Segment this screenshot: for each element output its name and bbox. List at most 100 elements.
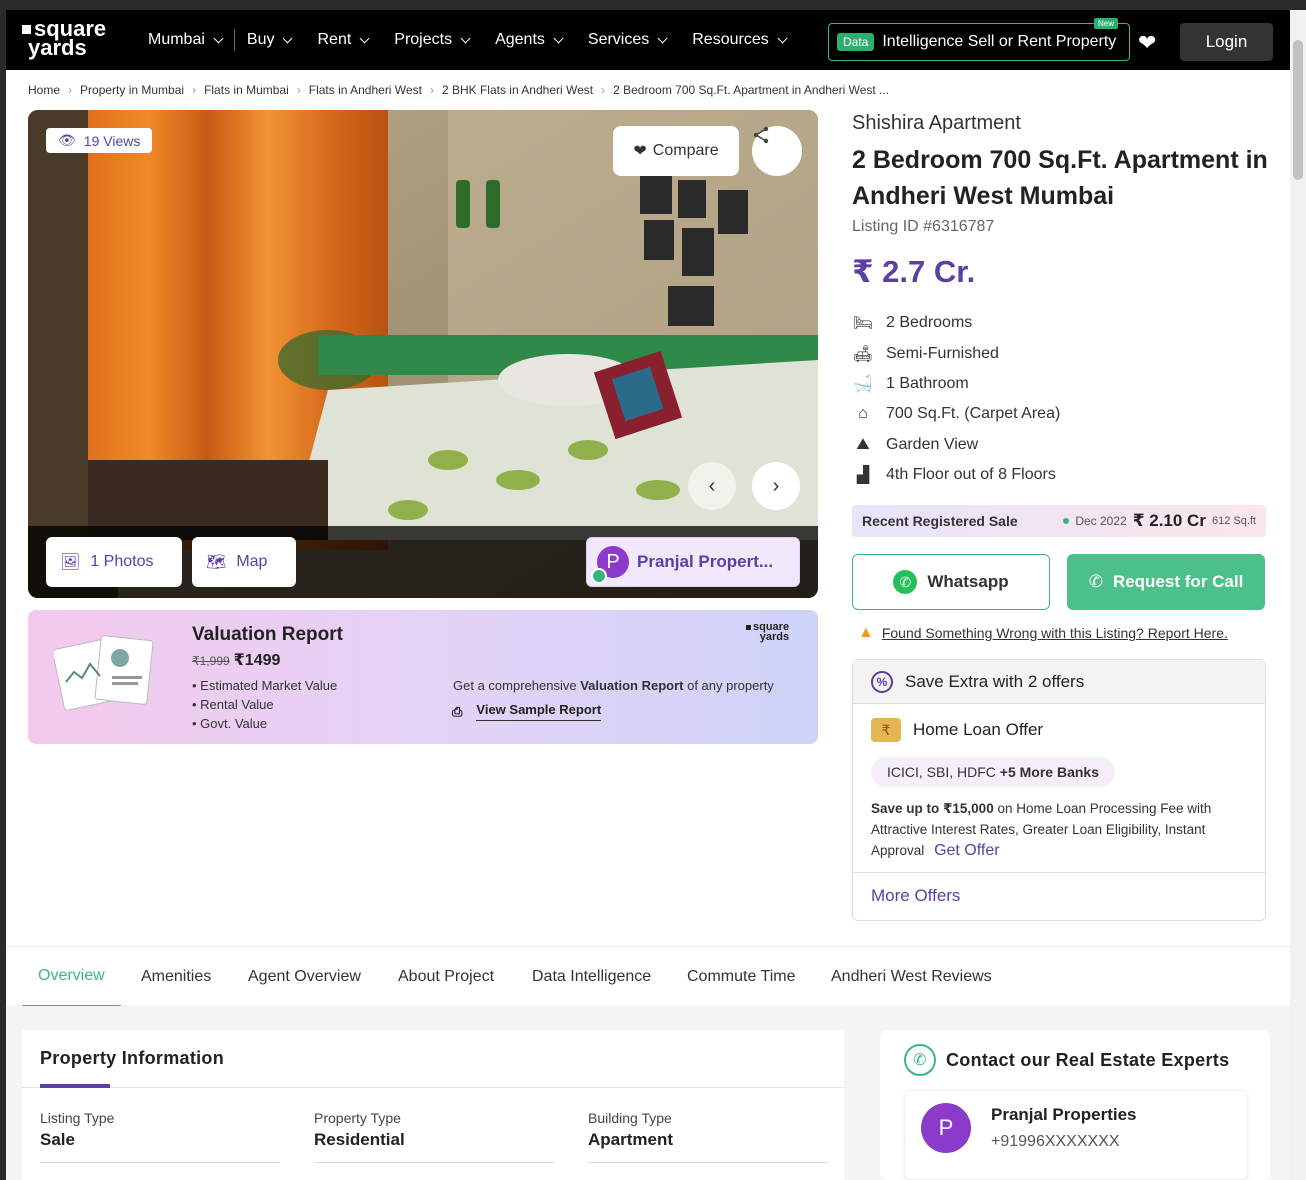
get-offer-link[interactable]: Get Offer [934,842,1000,859]
whatsapp-button[interactable]: ✆ Whatsapp [852,554,1050,610]
section-tabs: Overview Amenities Agent Overview About … [6,946,1290,1007]
chevron-down-icon [359,33,370,43]
home-loan-description: Save up to ₹15,000 on Home Loan Processi… [871,801,1212,859]
listing-title: 2 Bedroom 700 Sq.Ft. Apartment in Andher… [852,146,1268,210]
next-photo-button[interactable]: › [752,462,800,510]
breadcrumb: Home › Property in Mumbai › Flats in Mumba… [28,83,889,97]
property-photo-gallery[interactable]: 👁 19 Views ❤ Compare ‹ › 🖼 1 Photos 🗺 Ma… [28,110,818,598]
project-name[interactable]: Shishira Apartment [852,112,1021,135]
title-underline [40,1084,110,1088]
chevron-right-icon: › [296,83,301,97]
feature-item: 🛏 2 Bedrooms [852,314,973,333]
avatar: P [921,1103,971,1153]
top-navbar: square yards Mumbai Buy Rent Projects Ag… [6,10,1290,70]
sofa-icon: 🛋 [852,345,874,363]
agent-name: Pranjal Propert... [637,552,774,571]
report-listing-link[interactable]: ▲ Found Something Wrong with this Listin… [858,624,1228,642]
nav-mumbai[interactable]: Mumbai [148,31,224,49]
compare-button[interactable]: ❤ Compare [613,126,739,176]
stairs-icon: ▟ [856,467,870,485]
page: square yards Mumbai Buy Rent Projects Ag… [6,10,1290,1180]
share-button[interactable] [752,126,802,176]
breadcrumb-item[interactable]: Flats in Mumbai [204,83,289,97]
bed-icon: 🛏 [852,315,874,333]
data-tag: Data [837,33,875,51]
feature-item: 🛁 1 Bathroom [853,374,969,393]
data-intelligence-button[interactable]: Data Intelligence Sell or Rent Property [828,23,1130,61]
agent-phone: +91996XXXXXXX [991,1133,1120,1150]
view-sample-report-link[interactable]: ⎙ View Sample Report [452,702,602,721]
list-item: Estimated Market Value [192,676,337,695]
share-icon [753,126,769,144]
tab-andheri-west-reviews[interactable]: Andheri West Reviews [831,947,992,1007]
valuation-description: Get a comprehensive Valuation Report of … [453,678,774,693]
chevron-right-icon: › [429,83,434,97]
tab-agent-overview[interactable]: Agent Overview [248,947,361,1007]
chevron-down-icon [460,33,471,43]
list-item: Rental Value [192,695,337,714]
scrollbar-thumb[interactable] [1293,40,1303,180]
scrollbar[interactable] [1290,10,1306,1180]
nav-rent[interactable]: Rent [317,31,370,49]
nav-agents[interactable]: Agents [495,31,564,49]
nav-resources[interactable]: Resources [692,31,788,49]
tab-data-intelligence[interactable]: Data Intelligence [532,947,651,1007]
nav-services[interactable]: Services [588,31,668,49]
agent-contact[interactable]: P Pranjal Properties +91996XXXXXXX [904,1090,1248,1180]
tab-overview[interactable]: Overview [22,947,121,1007]
nav-projects[interactable]: Projects [394,31,471,49]
more-offers-link[interactable]: More Offers [871,886,960,906]
landscape-icon: ⛰ [856,435,870,453]
verified-icon [591,568,607,584]
breadcrumb-item[interactable]: 2 BHK Flats in Andheri West [442,83,593,97]
agent-chip[interactable]: P Pranjal Propert... [586,537,800,587]
login-button[interactable]: Login [1180,23,1273,61]
feature-item: ⛰ Garden View [852,430,1060,460]
tab-about-project[interactable]: About Project [398,947,494,1007]
whatsapp-icon: ✆ [893,570,918,594]
breadcrumb-current: 2 Bedroom 700 Sq.Ft. Apartment in Andher… [613,83,890,97]
valuation-report-banner[interactable]: Valuation Report ₹1,999₹1499 Estimated M… [28,610,818,744]
discount-icon: % [871,670,893,693]
heart-icon: ❤ [633,143,647,160]
breadcrumb-item[interactable]: Flats in Andheri West [309,83,422,97]
feature-item: ▟ 4th Floor out of 8 Floors [852,460,1060,490]
chevron-down-icon [777,33,788,43]
phone-icon: ✆ [1088,572,1103,591]
heart-icon[interactable]: ❤ [1138,30,1156,56]
chevron-down-icon [553,33,564,43]
photo-icon: 🖼 [60,554,81,571]
banks-chip[interactable]: ICICI, SBI, HDFC +5 More Banks [871,757,1116,787]
chevron-down-icon [283,33,293,43]
info-field: Listing Type Sale [40,1110,280,1163]
breadcrumb-item[interactable]: Home [28,83,60,97]
property-information-card: Property Information Listing Type Sale P… [22,1030,844,1180]
property-photo [28,110,818,598]
chevron-right-icon: › [68,83,73,97]
new-badge: New [1094,18,1119,29]
home-loan-offer-title: ₹ Home Loan Offer [871,718,1043,742]
photos-button[interactable]: 🖼 1 Photos [46,537,182,587]
map-button[interactable]: 🗺 Map [192,537,296,587]
square-yards-logo[interactable]: square yards [22,18,106,58]
square-yards-small-logo: square yards [746,622,789,643]
section-title: Property Information [40,1048,225,1068]
chevron-down-icon [657,33,668,43]
chevron-right-icon: › [601,83,606,97]
valuation-price: ₹1,999 ₹1499 [192,652,281,669]
tab-commute-time[interactable]: Commute Time [687,947,795,1007]
breadcrumb-item[interactable]: Property in Mumbai [80,83,184,97]
listing-id: Listing ID #6316787 [852,218,995,235]
prev-photo-button[interactable]: ‹ [688,462,736,510]
nav-buy[interactable]: Buy [247,31,293,49]
tab-amenities[interactable]: Amenities [141,947,211,1007]
chevron-down-icon [213,33,224,43]
request-call-button[interactable]: ✆ Request for Call [1067,554,1265,610]
agent-name: Pranjal Properties [991,1105,1137,1124]
chevron-right-icon: › [772,474,780,497]
recent-registered-sale[interactable]: Recent Registered Sale Dec 2022 ₹ 2.10 C… [852,505,1266,537]
status-dot [1063,518,1070,524]
listing-price: ₹ 2.7 Cr. [852,254,976,289]
valuation-title: Valuation Report [192,624,343,645]
offers-card: % Save Extra with 2 offers ₹ Home Loan O… [852,659,1266,921]
